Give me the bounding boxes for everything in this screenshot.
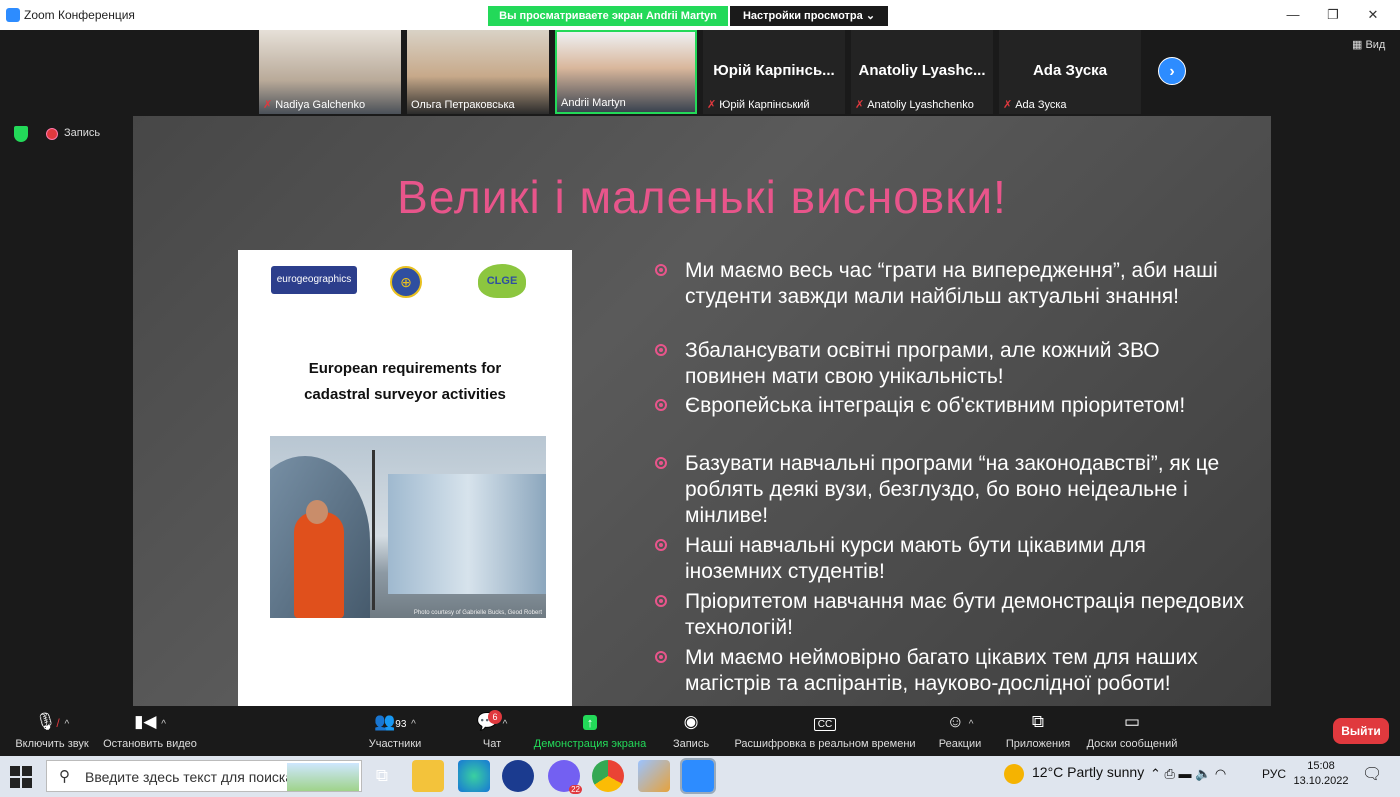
search-highlight-icon [287,763,359,791]
file-explorer-icon[interactable] [412,760,444,792]
surveyor-federation-logo-icon: ⊕ [390,266,422,298]
gallery-next-page-button[interactable]: › [1158,57,1186,85]
document-title-line: cadastral surveyor activities [304,386,506,403]
bullet-icon [655,344,667,356]
cadastre-logo-icon: CLGE [478,264,526,298]
webex-icon[interactable] [502,760,534,792]
eurogeographics-logo: eurogeographics [271,266,357,294]
participant-name: Юрій Карпінський [719,99,810,111]
bullet-icon [655,595,667,607]
participant-tile[interactable]: Ada Зуска ✗ Ada Зуска [999,30,1141,114]
viewing-screen-banner: Вы просматриваете экран Andrii Martyn [488,6,728,26]
participants-count: 93 [395,719,407,730]
smiley-plus-icon: ☺ ^ [946,712,974,731]
participant-display-name: Ada Зуска [1032,62,1108,79]
input-language-indicator[interactable]: РУС [1262,767,1286,781]
paint-icon[interactable] [638,760,670,792]
record-button[interactable]: ◉ Запись [664,706,718,756]
shared-screen-slide: Великі і маленькі висновки! eurogeograph… [133,116,1271,706]
viber-icon[interactable]: 22 [548,760,582,794]
slide-bullet: Ми маємо весь час “грати на випередження… [655,258,1245,310]
recording-label: Запись [64,127,101,139]
participant-name: Andrii Martyn [561,97,626,109]
reactions-button[interactable]: ☺ ^ Реакции [930,706,990,756]
search-icon: ⚲ [59,768,70,785]
minimize-button[interactable]: — [1278,4,1308,26]
view-options-dropdown[interactable]: Настройки просмотра ⌄ [730,6,888,26]
video-camera-icon: ▮◀ ^ [134,712,166,731]
close-window-button[interactable]: ✕ [1358,4,1388,26]
bullet-icon [655,539,667,551]
photo-credit: Photo courtesy of Gabrielle Bucks, Geod … [413,610,542,616]
participant-display-name: Anatoliy Lyashc... [858,62,986,79]
slide-bullet: Збалансувати освітні програми, але кожни… [655,338,1245,390]
weather-sun-icon [1004,764,1024,784]
stop-video-button[interactable]: ▮◀ ^ Остановить видео [100,706,200,756]
notification-center-icon[interactable]: 🗨 [1362,764,1382,784]
leave-meeting-button[interactable]: Выйти [1333,718,1389,744]
share-screen-button[interactable]: ↑ Демонстрация экрана [530,706,650,756]
mic-muted-icon: ✗ [707,99,717,111]
bullet-icon [655,651,667,663]
document-title-line: European requirements for [308,360,502,377]
restore-button[interactable]: ❐ [1318,4,1348,26]
window-title: Zoom Конференция [24,8,135,22]
system-tray-icons[interactable]: ⌃ ⎙ ▬ 🔈 ◠ [1150,766,1226,782]
viber-badge: 22 [569,785,582,794]
participants-icon: 👥93 ^ [374,712,416,731]
edge-browser-icon[interactable] [458,760,490,792]
task-view-icon[interactable]: ⧉ [366,760,398,792]
taskbar-search-input[interactable]: ⚲ Введите здесь текст для поиска [46,760,362,792]
participant-name: Ada Зуска [1015,99,1067,111]
chrome-icon[interactable] [592,760,624,792]
participant-tile[interactable]: ✗ Nadiya Galchenko [259,30,401,114]
taskbar-clock[interactable]: 15:08 13.10.2022 [1292,759,1350,789]
whiteboards-button[interactable]: ▭ Доски сообщений [1082,706,1182,756]
participant-name: Nadiya Galchenko [275,99,366,111]
windows-start-icon[interactable] [10,766,32,788]
unmute-button[interactable]: 🎙/ ^ Включить звук [8,706,96,756]
apps-icon: ⧉ [1031,712,1045,731]
chat-unread-badge: 6 [488,710,502,724]
document-cover-image: eurogeographics ⊕ CLGE European requirem… [238,250,572,706]
participant-display-name: Юрій Карпінсь... [713,62,835,79]
bullet-icon [655,457,667,469]
participant-tile[interactable]: Юрій Карпінсь... ✗ Юрій Карпінський [703,30,845,114]
participant-name: Ольга Петраковська [411,99,515,111]
participant-name: Anatoliy Lyashchenko [867,99,974,111]
slide-bullet: Пріоритетом навчання має бути демонстрац… [655,589,1245,641]
surveyor-photo: Photo courtesy of Gabrielle Bucks, Geod … [270,436,546,618]
zoom-logo-icon [6,8,20,22]
clock-date: 13.10.2022 [1293,775,1349,787]
slide-title: Великі і маленькі висновки! [397,171,1007,223]
record-icon: ◉ [683,712,699,731]
mic-muted-icon: ✗ [855,99,865,111]
security-shield-icon[interactable] [14,126,28,142]
share-screen-icon: ↑ [530,712,650,732]
participant-tile[interactable]: Ольга Петраковська [407,30,549,114]
bullet-icon [655,399,667,411]
slide-bullet: Європейська інтеграція є об'єктивним прі… [655,393,1245,419]
apps-button[interactable]: ⧉ Приложения [1002,706,1074,756]
bullet-icon [655,264,667,276]
view-layout-button[interactable]: ▦ Вид [1352,38,1385,51]
recording-icon [46,128,58,140]
clock-time: 15:08 [1307,760,1335,772]
zoom-taskbar-icon[interactable] [680,758,716,794]
whiteboard-icon: ▭ [1123,712,1141,731]
slide-bullet: Наші навчальні курси мають бути цікавими… [655,533,1245,585]
slide-bullet: Базувати навчальні програми “на законода… [655,451,1245,529]
live-transcript-button[interactable]: CC Расшифровка в реальном времени [730,706,920,756]
participant-tile[interactable]: Anatoliy Lyashc... ✗ Anatoliy Lyashchenko [851,30,993,114]
mic-muted-icon: 🎙/ ^ [34,712,70,731]
mic-muted-icon: ✗ [263,99,273,111]
closed-captions-icon: CC [730,712,920,732]
participants-button[interactable]: 👥93 ^ Участники [350,706,440,756]
weather-widget[interactable]: 12°C Partly sunny [1032,764,1144,780]
participant-tile-active-speaker[interactable]: Andrii Martyn [555,30,697,114]
slide-bullet: Ми маємо неймовірно багато цікавих тем д… [655,645,1245,697]
mic-muted-icon: ✗ [1003,99,1013,111]
